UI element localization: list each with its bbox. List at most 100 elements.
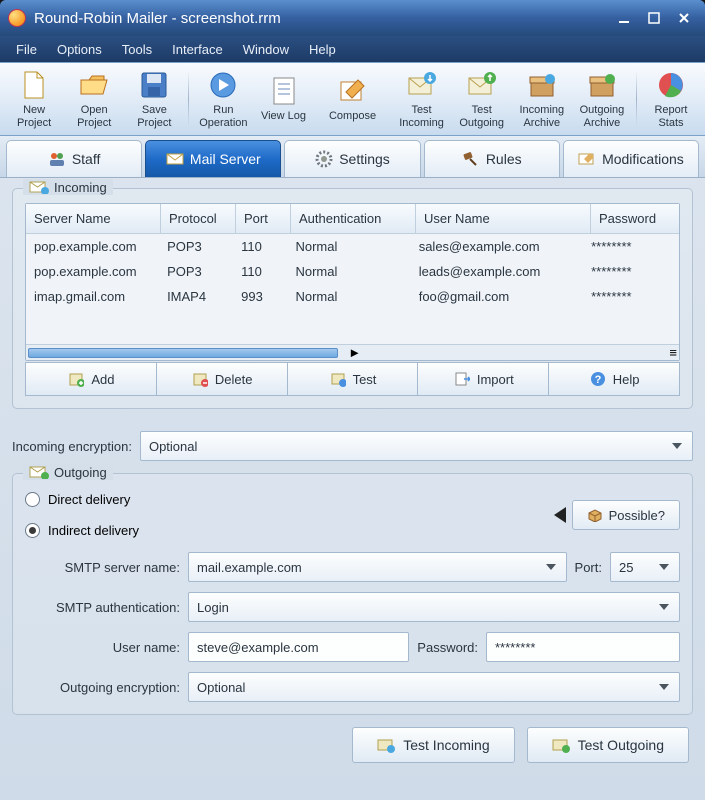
menu-window[interactable]: Window [233,36,299,62]
menubar: File Options Tools Interface Window Help [0,36,705,62]
menu-tools[interactable]: Tools [112,36,162,62]
indirect-delivery-label: Indirect delivery [48,523,139,538]
cell-user: sales@example.com [411,234,583,259]
tab-staff[interactable]: Staff [6,140,142,177]
toolbar: New Project Open Project Save Project Ru… [0,62,705,136]
tab-settings[interactable]: Settings [284,140,420,177]
piechart-icon [655,69,687,101]
tab-rules[interactable]: Rules [424,140,560,177]
add-button[interactable]: Add [25,362,157,396]
tab-label: Modifications [602,151,684,167]
delete-button[interactable]: Delete [157,362,288,396]
help-button[interactable]: ? Help [549,362,680,396]
bottom-buttons: Test Incoming Test Outgoing [12,727,693,765]
indirect-delivery-radio[interactable] [25,523,40,538]
table-row[interactable]: imap.gmail.com IMAP4 993 Normal foo@gmai… [26,284,667,309]
toolbar-incoming-archive[interactable]: Incoming Archive [512,65,572,133]
test-button[interactable]: Test [288,362,419,396]
cell-auth: Normal [287,284,410,309]
direct-delivery-label: Direct delivery [48,492,130,507]
cell-port: 110 [233,259,287,284]
port-select[interactable]: 25 [610,552,680,582]
toolbar-compose[interactable]: Compose [322,65,382,133]
cell-protocol: POP3 [159,234,233,259]
col-user-name[interactable]: User Name [416,204,591,234]
test-out-icon [466,69,498,101]
cell-protocol: POP3 [159,259,233,284]
outgoing-encryption-row: Outgoing encryption: Optional [25,672,680,702]
window-title: Round-Robin Mailer - screenshot.rrm [34,10,607,27]
test-incoming-button[interactable]: Test Incoming [352,727,514,763]
toolbar-save-project[interactable]: Save Project [124,65,184,133]
cell-password: ******** [583,259,667,284]
toolbar-open-project[interactable]: Open Project [64,65,124,133]
tabstrip: Staff Mail Server Settings Rules Modific… [0,136,705,178]
possible-button[interactable]: Possible? [572,500,680,530]
toolbar-outgoing-archive[interactable]: Outgoing Archive [572,65,632,133]
user-name-input[interactable] [188,632,409,662]
indirect-delivery-radio-row[interactable]: Indirect delivery [25,523,139,538]
button-label: Possible? [609,508,665,523]
col-protocol[interactable]: Protocol [161,204,236,234]
menu-interface[interactable]: Interface [162,36,233,62]
triangle-left-icon [554,507,566,523]
delete-icon [191,370,209,388]
table-body[interactable]: pop.example.com POP3 110 Normal sales@ex… [26,234,679,344]
cell-auth: Normal [287,234,410,259]
direct-delivery-radio-row[interactable]: Direct delivery [25,492,139,507]
toolbar-run-operation[interactable]: Run Operation [193,65,253,133]
incoming-icon [29,179,49,195]
titlebar: Round-Robin Mailer - screenshot.rrm [0,0,705,36]
test-outgoing-button[interactable]: Test Outgoing [527,727,689,763]
mail-server-icon [166,150,184,168]
add-icon [67,370,85,388]
disk-icon [138,69,170,101]
tab-mail-server[interactable]: Mail Server [145,140,281,177]
h-scrollbar[interactable]: ◄ ► ≡ [26,344,679,360]
password-input[interactable] [486,632,680,662]
toolbar-test-outgoing[interactable]: Test Outgoing [452,65,512,133]
toolbar-test-incoming[interactable]: Test Incoming [391,65,451,133]
folder-open-icon [78,69,110,101]
smtp-server-row: SMTP server name: mail.example.com Port:… [25,552,680,582]
table-row[interactable]: pop.example.com POP3 110 Normal sales@ex… [26,234,667,259]
log-icon [268,75,300,107]
smtp-server-select[interactable]: mail.example.com [188,552,567,582]
toolbar-report-stats[interactable]: Report Stats [641,65,701,133]
cell-port: 993 [233,284,287,309]
archive-in-icon [526,69,558,101]
col-authentication[interactable]: Authentication [291,204,416,234]
close-button[interactable] [671,8,697,28]
button-label: Help [613,372,640,387]
col-password[interactable]: Password [591,204,679,234]
gear-icon [315,150,333,168]
scroll-right-icon[interactable]: ► [348,346,362,360]
outgoing-encryption-select[interactable]: Optional [188,672,680,702]
tab-modifications[interactable]: Modifications [563,140,699,177]
maximize-button[interactable] [641,8,667,28]
app-icon [8,9,26,27]
table-menu-icon[interactable]: ≡ [669,345,677,360]
test-icon [329,370,347,388]
cell-password: ******** [583,284,667,309]
svg-text:?: ? [594,374,601,386]
toolbar-view-log[interactable]: View Log [253,65,313,133]
incoming-table: Server Name Protocol Port Authentication… [25,203,680,361]
button-label: Delete [215,372,253,387]
menu-options[interactable]: Options [47,36,112,62]
smtp-auth-select[interactable]: Login [188,592,680,622]
direct-delivery-radio[interactable] [25,492,40,507]
table-row[interactable]: pop.example.com POP3 110 Normal leads@ex… [26,259,667,284]
import-button[interactable]: Import [418,362,549,396]
tab-label: Staff [72,151,101,167]
smtp-auth-row: SMTP authentication: Login [25,592,680,622]
menu-file[interactable]: File [6,36,47,62]
scroll-thumb[interactable] [28,348,338,358]
outgoing-encryption-label: Outgoing encryption: [25,680,180,695]
minimize-button[interactable] [611,8,637,28]
col-server-name[interactable]: Server Name [26,204,161,234]
toolbar-new-project[interactable]: New Project [4,65,64,133]
menu-help[interactable]: Help [299,36,346,62]
incoming-encryption-select[interactable]: Optional [140,431,693,461]
col-port[interactable]: Port [236,204,291,234]
